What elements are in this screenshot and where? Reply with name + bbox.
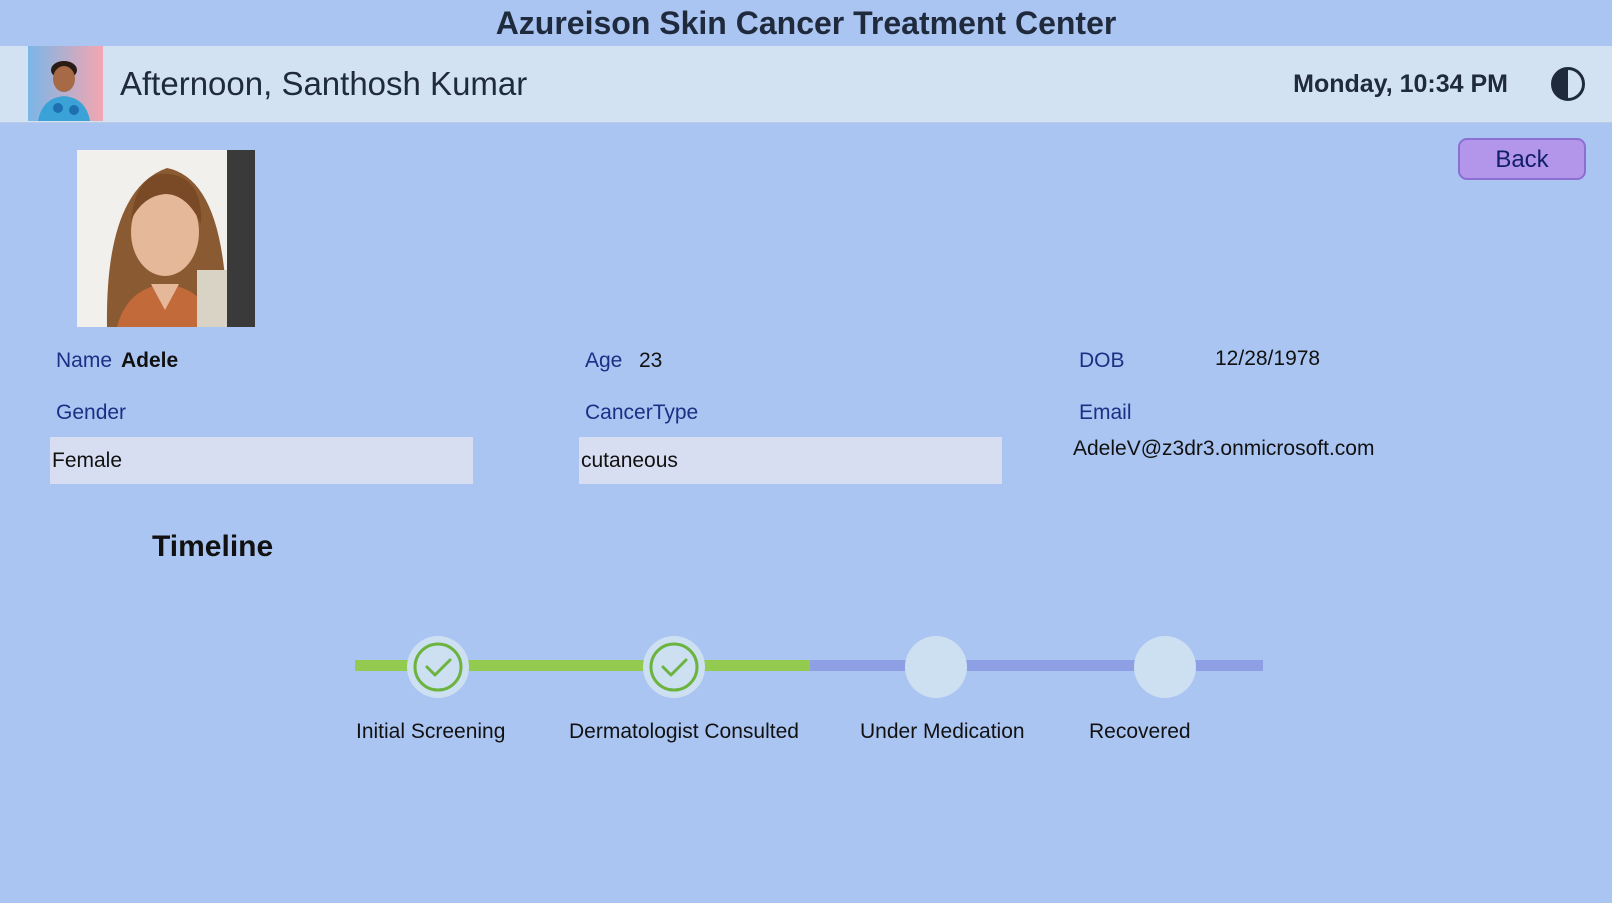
step-node-recovered <box>1134 636 1196 698</box>
name-label: Name <box>56 349 113 372</box>
dob-value: 12/28/1978 <box>1215 347 1321 370</box>
age-label: Age <box>585 349 623 372</box>
gender-field[interactable]: Female <box>50 437 473 484</box>
step-label-dermatologist-consulted: Dermatologist Consulted <box>569 720 799 743</box>
gender-label: Gender <box>56 401 127 424</box>
user-avatar <box>28 46 103 121</box>
contrast-icon[interactable] <box>1550 66 1586 102</box>
checkmark-icon <box>413 642 463 692</box>
step-node-under-medication <box>905 636 967 698</box>
current-datetime: Monday, 10:34 PM <box>1293 70 1508 98</box>
timeline-title: Timeline <box>152 530 274 563</box>
dob-label: DOB <box>1079 349 1125 372</box>
back-button[interactable]: Back <box>1458 138 1586 180</box>
app-title: Azureison Skin Cancer Treatment Center <box>495 5 1117 41</box>
step-node-initial-screening <box>407 636 469 698</box>
cancer-type-field[interactable]: cutaneous <box>579 437 1002 484</box>
age-value: 23 <box>639 349 663 372</box>
patient-photo <box>77 150 255 327</box>
cancer-type-label: CancerType <box>585 401 699 424</box>
header-bar: Afternoon, Santhosh Kumar Monday, 10:34 … <box>0 46 1612 123</box>
step-label-recovered: Recovered <box>1089 720 1191 743</box>
step-label-under-medication: Under Medication <box>860 720 1025 743</box>
name-value: Adele <box>121 349 179 372</box>
step-node-dermatologist-consulted <box>643 636 705 698</box>
greeting-text: Afternoon, Santhosh Kumar <box>120 65 528 102</box>
email-label: Email <box>1079 401 1132 424</box>
checkmark-icon <box>649 642 699 692</box>
step-label-initial-screening: Initial Screening <box>356 720 506 743</box>
email-value: AdeleV@z3dr3.onmicrosoft.com <box>1073 437 1375 460</box>
